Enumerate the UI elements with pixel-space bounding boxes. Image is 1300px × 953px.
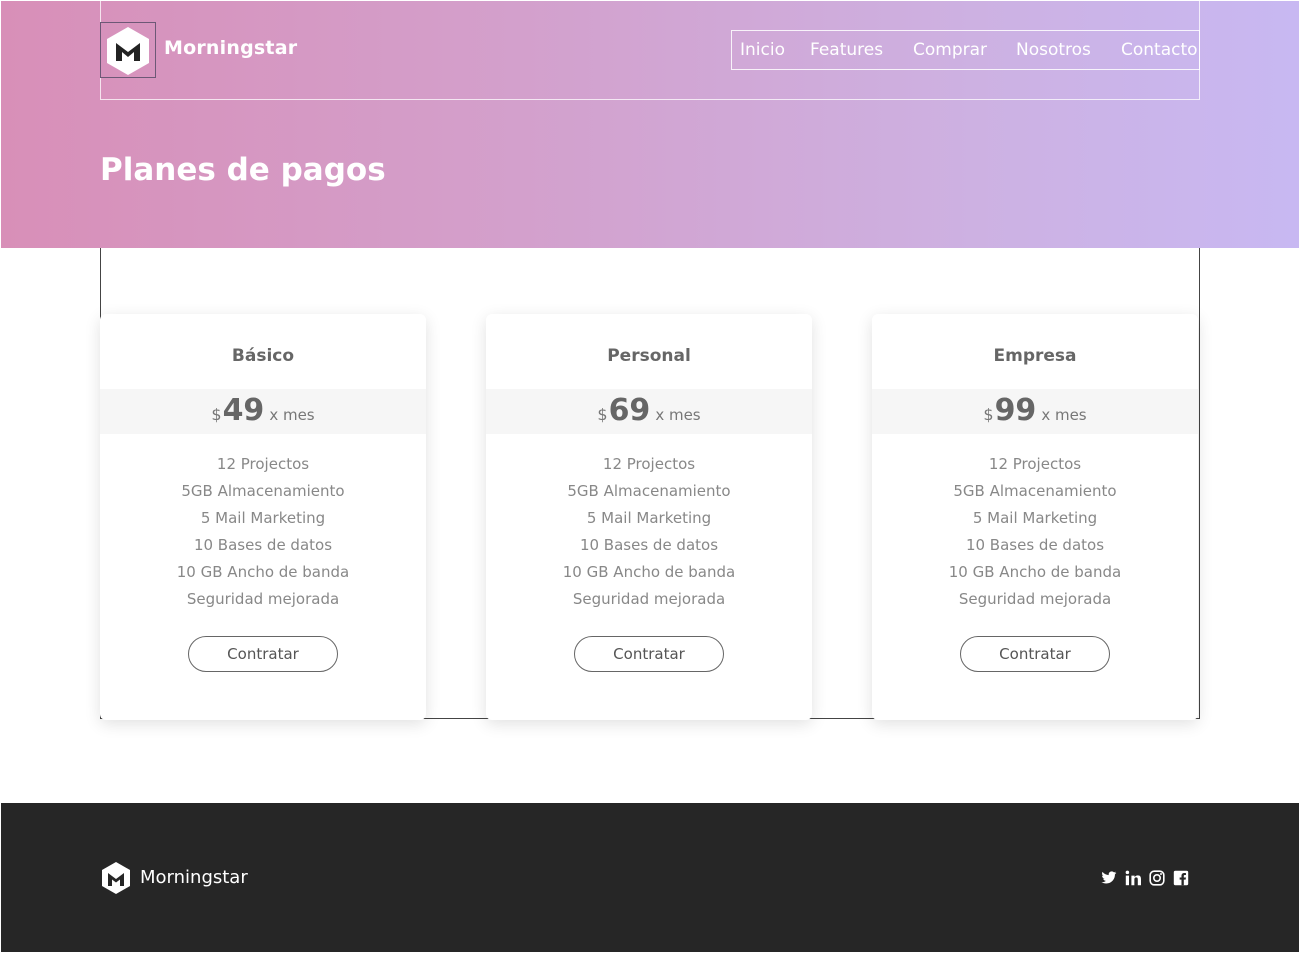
feature-item: Seguridad mejorada (186, 590, 340, 608)
plan-features: 12 Projectos 5GB Almacenamiento 5 Mail M… (872, 451, 1198, 613)
contratar-button[interactable]: Contratar (960, 636, 1110, 672)
feature-item: 10 GB Ancho de banda (176, 563, 350, 581)
feature-item: 10 Bases de datos (579, 536, 719, 554)
price-currency: $ (211, 405, 222, 424)
feature-item: 5GB Almacenamiento (953, 482, 1117, 500)
feature-item: Seguridad mejorada (958, 590, 1112, 608)
feature-item: 12 Projectos (988, 455, 1082, 473)
nav-features[interactable]: Features (810, 40, 883, 60)
twitter-icon[interactable] (1100, 869, 1118, 887)
morningstar-logo-icon[interactable] (101, 861, 131, 895)
price-amount: 99 (994, 393, 1037, 428)
price-period: x mes (1041, 406, 1087, 424)
page-title: Planes de pagos (100, 152, 386, 188)
plan-card-empresa: Empresa $ 99 x mes 12 Projectos 5GB Alma… (872, 314, 1198, 720)
nav-inicio[interactable]: Inicio (740, 40, 785, 60)
feature-item: 5 Mail Marketing (586, 509, 712, 527)
price-amount: 49 (222, 393, 265, 428)
feature-item: 5 Mail Marketing (972, 509, 1098, 527)
brand-name[interactable]: Morningstar (164, 37, 297, 59)
feature-item: 5 Mail Marketing (200, 509, 326, 527)
feature-item: 10 GB Ancho de banda (562, 563, 736, 581)
feature-item: 12 Projectos (216, 455, 310, 473)
plan-name: Personal (607, 346, 691, 366)
plan-card-basico: Básico $ 49 x mes 12 Projectos 5GB Almac… (100, 314, 426, 720)
feature-item: 10 Bases de datos (965, 536, 1105, 554)
logo[interactable] (100, 22, 156, 78)
plan-card-personal: Personal $ 69 x mes 12 Projectos 5GB Alm… (486, 314, 812, 720)
linkedin-icon[interactable] (1124, 869, 1142, 887)
plan-features: 12 Projectos 5GB Almacenamiento 5 Mail M… (486, 451, 812, 613)
plan-name: Básico (231, 346, 295, 366)
feature-item: 5GB Almacenamiento (181, 482, 345, 500)
feature-item: Seguridad mejorada (572, 590, 726, 608)
price-period: x mes (269, 406, 315, 424)
feature-item: 10 Bases de datos (193, 536, 333, 554)
feature-item: 12 Projectos (602, 455, 696, 473)
plan-features: 12 Projectos 5GB Almacenamiento 5 Mail M… (100, 451, 426, 613)
plan-price: $ 49 x mes (100, 389, 426, 434)
feature-item: 5GB Almacenamiento (567, 482, 731, 500)
price-currency: $ (597, 405, 608, 424)
plan-name: Empresa (993, 346, 1077, 366)
morningstar-logo-icon (107, 27, 149, 75)
contratar-button[interactable]: Contratar (574, 636, 724, 672)
nav-contacto[interactable]: Contacto (1121, 40, 1198, 60)
price-currency: $ (983, 405, 994, 424)
plan-price: $ 99 x mes (872, 389, 1198, 434)
main-nav: Inicio Features Comprar Nosotros Contact… (731, 30, 1200, 70)
nav-comprar[interactable]: Comprar (913, 40, 987, 60)
price-amount: 69 (608, 393, 651, 428)
nav-nosotros[interactable]: Nosotros (1016, 40, 1091, 60)
plan-price: $ 69 x mes (486, 389, 812, 434)
footer-brand[interactable]: Morningstar (140, 867, 248, 888)
price-period: x mes (655, 406, 701, 424)
instagram-icon[interactable] (1148, 869, 1166, 887)
feature-item: 10 GB Ancho de banda (948, 563, 1122, 581)
contratar-button[interactable]: Contratar (188, 636, 338, 672)
facebook-icon[interactable] (1172, 869, 1190, 887)
